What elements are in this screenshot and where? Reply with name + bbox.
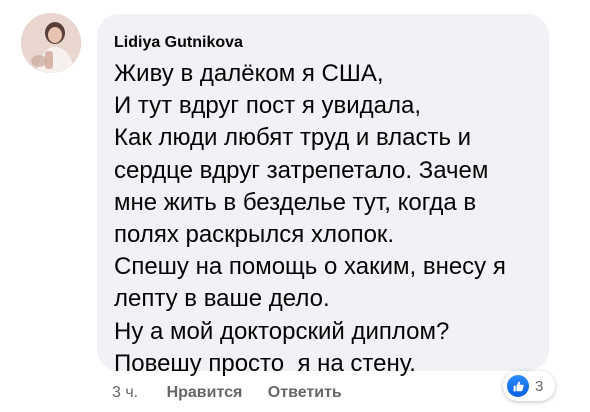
comment-timestamp[interactable]: 3 ч.: [112, 384, 138, 402]
comment-author[interactable]: Lidiya Gutnikova: [114, 34, 533, 52]
avatar-photo: [21, 13, 81, 73]
comment-line: сердце вдруг затрепетало. Зачем: [114, 156, 489, 184]
comment-line: мне жить в безделье тут, когда в: [114, 188, 477, 216]
comment-line: полях раскрылся хлопок.: [114, 221, 395, 249]
comment-line: лепту в ваше дело.: [114, 285, 330, 313]
comment-line: Живу в далёком я США,: [114, 60, 384, 87]
reply-button[interactable]: Ответить: [268, 384, 342, 402]
reaction-count: 3: [535, 377, 544, 395]
comment-text: Живу в далёком я США, И тут вдруг пост я…: [114, 58, 533, 380]
thumbs-up-icon: [507, 375, 529, 397]
comment-line: Спешу на помощь о хаким, внесу я: [114, 253, 506, 281]
comment-line: Как люди любят труд и власть и: [114, 124, 472, 152]
comment-line: И тут вдруг пост я увидала,: [114, 92, 422, 120]
reaction-summary[interactable]: 3: [503, 371, 555, 401]
comment-line: Ну а мой докторский диплом?: [114, 317, 450, 345]
comment-actions: 3 ч. Нравится Ответить: [112, 384, 363, 402]
comment-bubble: Lidiya Gutnikova Живу в далёком я США, И…: [97, 14, 549, 377]
avatar[interactable]: [21, 13, 81, 73]
like-button[interactable]: Нравится: [167, 384, 243, 402]
comment-line: Повешу просто я на стену.: [114, 349, 416, 377]
